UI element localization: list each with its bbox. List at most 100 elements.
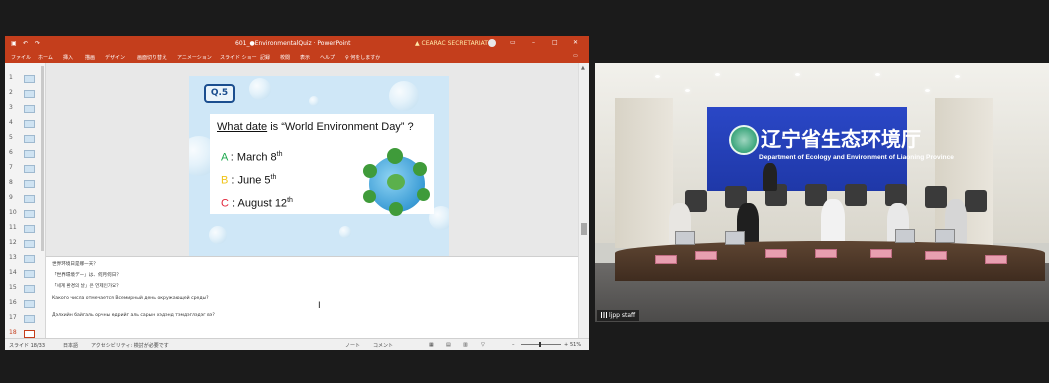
tab-draw[interactable]: 描画: [85, 54, 95, 61]
comments-button[interactable]: コメント: [373, 342, 393, 349]
tab-home[interactable]: ホーム: [38, 54, 53, 61]
signal-bars-icon: [601, 312, 607, 318]
slide-thumbnail[interactable]: 13: [5, 252, 45, 264]
maximize-icon[interactable]: □: [552, 39, 558, 46]
slide-thumbnail[interactable]: 10: [5, 207, 45, 219]
slide-sorter-icon[interactable]: ▤: [446, 342, 451, 348]
slide-mini: [24, 315, 35, 323]
question-number-badge: Q.5: [204, 84, 235, 103]
status-bar: スライド 18/33 日本語 アクセシビリティ: 検討が必要です ノート コメン…: [5, 338, 589, 350]
tab-design[interactable]: デザイン: [105, 54, 125, 61]
answer-c: C : August 12th: [221, 197, 293, 210]
normal-view-icon[interactable]: ▦: [429, 342, 434, 348]
tree-shape: [363, 164, 377, 178]
slide-thumbnail[interactable]: 15: [5, 282, 45, 294]
slide-thumbnail[interactable]: 1: [5, 72, 45, 84]
water-drop-decoration: [339, 226, 351, 238]
scroll-up-icon[interactable]: ▲: [581, 65, 585, 71]
close-icon[interactable]: ✕: [573, 39, 578, 46]
slide-mini: [24, 240, 35, 248]
reading-view-icon[interactable]: ▥: [463, 342, 468, 348]
name-plate: [695, 251, 717, 260]
tree-shape: [389, 202, 403, 216]
slide-mini: [24, 195, 35, 203]
tab-animations[interactable]: アニメーション: [177, 54, 212, 61]
name-plate: [815, 249, 837, 258]
tab-review[interactable]: 校閲: [280, 54, 290, 61]
window-title: 601_●EnvironmentalQuiz · PowerPoint: [235, 40, 351, 47]
tab-insert[interactable]: 挿入: [63, 54, 73, 61]
zoom-slider[interactable]: [521, 344, 561, 345]
question-text: What date is “World Environment Day” ?: [217, 121, 414, 133]
tab-record[interactable]: 記録: [260, 54, 270, 61]
participant-name-label: ljpp staff: [597, 310, 640, 321]
chair: [845, 184, 867, 206]
vertical-scrollbar[interactable]: ▲: [578, 63, 589, 343]
shared-screen-powerpoint: ▣ ↶ ↷ 601_●EnvironmentalQuiz · PowerPoin…: [5, 36, 589, 350]
tree-shape: [387, 148, 403, 164]
answer-text: : March 8: [227, 151, 277, 164]
notes-button[interactable]: ノート: [345, 342, 360, 349]
slideshow-icon[interactable]: ▽: [481, 342, 485, 348]
laptop: [725, 231, 745, 245]
slide-mini: [24, 120, 35, 128]
language-indicator[interactable]: 日本語: [63, 342, 78, 349]
slide-mini: [24, 255, 35, 263]
avatar[interactable]: [488, 39, 496, 47]
slide-thumbnail[interactable]: 9: [5, 192, 45, 204]
tree-shape: [413, 162, 427, 176]
participant-video-tile[interactable]: 辽宁省生态环境厅 Department of Ecology and Envir…: [595, 63, 1049, 322]
ribbon-collapse-icon[interactable]: ▭: [573, 53, 578, 59]
zoom-slider-handle[interactable]: [539, 342, 541, 347]
zoom-out-icon[interactable]: –: [512, 342, 515, 348]
slide-thumbnail-pane: 1 2 3 4 5 6 7 8 9 10 11 12 13 14 15 16 1…: [5, 63, 46, 343]
slide-thumbnail[interactable]: 3: [5, 102, 45, 114]
question-rest: is “World Environment Day” ?: [267, 121, 414, 133]
zoom-in-icon[interactable]: +: [564, 342, 568, 348]
tab-slideshow[interactable]: スライド ショー: [220, 54, 257, 61]
slide-thumbnail[interactable]: 2: [5, 87, 45, 99]
tab-transitions[interactable]: 画面切り替え: [137, 54, 167, 61]
answer-ordinal: th: [287, 197, 293, 204]
person: [821, 199, 845, 245]
slide-mini: [24, 165, 35, 173]
tab-help[interactable]: ヘルプ: [320, 54, 335, 61]
slide-thumbnail[interactable]: 14: [5, 267, 45, 279]
slide-thumbnail[interactable]: 6: [5, 147, 45, 159]
redo-icon[interactable]: ↷: [35, 40, 40, 47]
answer-letter: A: [221, 151, 228, 164]
slide-mini: [24, 300, 35, 308]
slide-thumbnail[interactable]: 12: [5, 237, 45, 249]
save-icon[interactable]: ▣: [11, 40, 17, 47]
answer-ordinal: th: [276, 151, 283, 158]
slide-mini: [24, 210, 35, 218]
slide-thumbnail[interactable]: 5: [5, 132, 45, 144]
minimize-icon[interactable]: –: [532, 39, 535, 46]
speaker-notes[interactable]: 世界环境日是哪一天？ 「世界環境デー」は、何月何日？ 「세계 환경의 날」은 언…: [46, 256, 578, 339]
current-slide[interactable]: Q.5 What date is “World Environment Day”…: [189, 76, 449, 259]
scroll-thumb[interactable]: [581, 223, 587, 235]
note-line: 「世界環境デー」は、何月何日？: [52, 273, 121, 278]
ribbon-display-icon[interactable]: ▭: [510, 39, 516, 46]
undo-icon[interactable]: ↶: [23, 40, 28, 47]
slide-mini: [24, 150, 35, 158]
slide-thumbnail[interactable]: 17: [5, 312, 45, 324]
slide-thumbnail[interactable]: 16: [5, 297, 45, 309]
name-plate: [655, 255, 677, 264]
thumbnail-scrollbar[interactable]: [41, 66, 44, 251]
accessibility-status[interactable]: アクセシビリティ: 検討が必要です: [91, 342, 169, 349]
ceiling-light: [955, 75, 960, 78]
slide-mini: [24, 285, 35, 293]
zoom-level[interactable]: 51%: [570, 342, 581, 348]
slide-thumbnail[interactable]: 11: [5, 222, 45, 234]
account-warning[interactable]: ▲ CEARAC SECRETARIAT: [415, 40, 488, 47]
slide-thumbnail[interactable]: 7: [5, 162, 45, 174]
tell-me-search[interactable]: ♀ 何をしますか: [345, 54, 380, 61]
slide-thumbnail[interactable]: 8: [5, 177, 45, 189]
tab-view[interactable]: 表示: [300, 54, 310, 61]
water-drop-decoration: [309, 96, 319, 106]
slide-thumbnail[interactable]: 4: [5, 117, 45, 129]
banner-chinese-title: 辽宁省生态环境厅: [761, 127, 921, 151]
tab-file[interactable]: ファイル: [11, 54, 31, 61]
answer-text: : June 5: [228, 174, 271, 187]
